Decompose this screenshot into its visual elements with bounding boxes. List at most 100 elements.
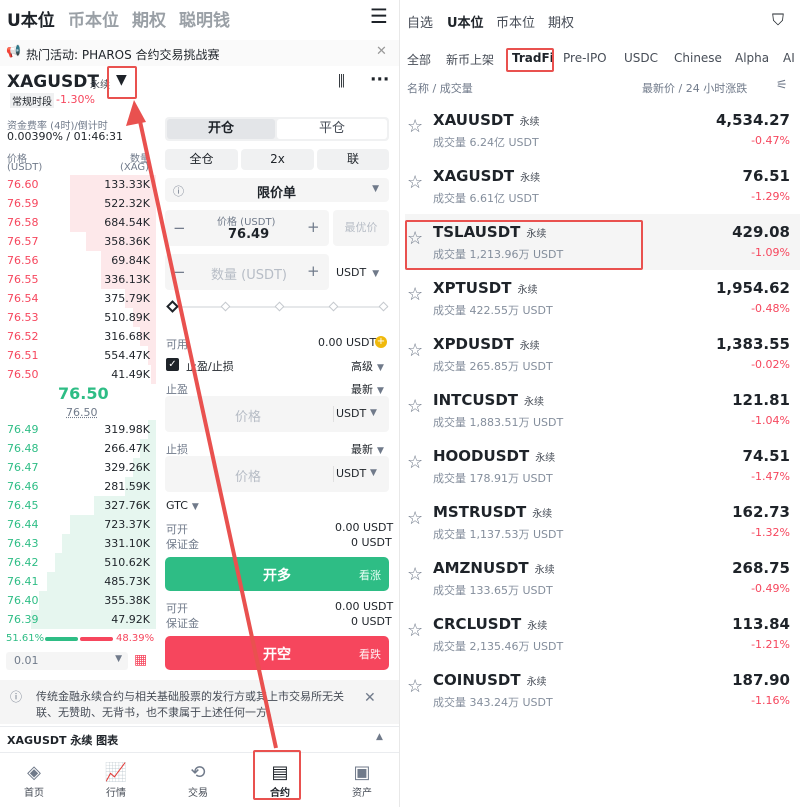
tab-u-margined[interactable]: U本位 (447, 12, 484, 31)
bid-row[interactable]: 76.41 485.73K (0, 572, 156, 591)
tab-u-margined[interactable]: U本位 (7, 6, 55, 31)
star-icon[interactable]: ☆ (407, 284, 423, 305)
tab-smart-money[interactable]: 聪明钱 (179, 6, 230, 31)
bid-row[interactable]: 76.47 329.26K (0, 458, 156, 477)
nav-home[interactable]: ◈ 首页 (4, 762, 64, 799)
plus-icon[interactable]: + (307, 262, 320, 280)
open-short-button[interactable]: 开空 看跌 (165, 636, 389, 670)
bid-row[interactable]: 76.43 331.10K (0, 534, 156, 553)
mark-price[interactable]: 76.50 (66, 406, 98, 419)
ask-row[interactable]: 76.54 375.79K (0, 289, 156, 308)
ask-row[interactable]: 76.56 69.84K (0, 251, 156, 270)
add-funds-icon[interactable]: + (375, 336, 387, 348)
category-new-listing[interactable]: 新币上架 (446, 51, 494, 68)
tab-options[interactable]: 期权 (132, 6, 166, 31)
star-icon[interactable]: ☆ (407, 116, 423, 137)
market-row[interactable]: ☆ XPDUSDT 永续 成交量 265.85万 USDT 1,383.55 -0.02% (405, 326, 800, 382)
best-price-button[interactable]: 最优价 (333, 210, 389, 246)
advanced-select[interactable]: 高级 ▼ (351, 358, 384, 374)
market-row[interactable]: ☆ COINUSDT 永续 成交量 343.24万 USDT 187.90 -1.16% (405, 662, 800, 718)
category-usdc[interactable]: USDC (624, 51, 658, 65)
step-select[interactable]: 0.01 ▼ (6, 652, 128, 670)
star-icon[interactable]: ☆ (407, 620, 423, 641)
minus-icon[interactable]: − (173, 263, 186, 281)
tif-select[interactable]: GTC ▼ (166, 499, 199, 512)
chart-toggle-bar[interactable]: XAGUSDT 永续 图表 ▲ (0, 726, 400, 750)
slider-tick[interactable] (328, 301, 339, 312)
depth-layout-icon[interactable]: ▦ (134, 652, 147, 668)
ask-row[interactable]: 76.59 522.32K (0, 194, 156, 213)
sort-name-volume[interactable]: 名称 / 成交量 (407, 80, 473, 96)
bid-row[interactable]: 76.49 319.98K (0, 420, 156, 439)
promo-banner[interactable]: 📢 热门活动: PHAROS 合约交易挑战赛 ✕ (0, 40, 400, 66)
ask-row[interactable]: 76.57 358.36K (0, 232, 156, 251)
unit-select[interactable]: USDT ▼ (336, 266, 379, 279)
star-icon[interactable]: ☆ (407, 340, 423, 361)
bid-row[interactable]: 76.40 355.38K (0, 591, 156, 610)
order-type-select[interactable]: ⓘ 限价单 ▼ (165, 178, 389, 202)
bid-row[interactable]: 76.46 281.59K (0, 477, 156, 496)
plus-icon[interactable]: + (307, 218, 320, 236)
star-icon[interactable]: ☆ (407, 396, 423, 417)
mid-price[interactable]: 76.50 (58, 384, 109, 403)
bid-row[interactable]: 76.44 723.37K (0, 515, 156, 534)
minus-icon[interactable]: − (173, 219, 186, 237)
take-profit-input[interactable]: 价格 USDT ▼ (165, 396, 389, 432)
ask-row[interactable]: 76.58 684.54K (0, 213, 156, 232)
market-row[interactable]: ☆ HOODUSDT 永续 成交量 178.91万 USDT 74.51 -1.47% (405, 438, 800, 494)
bid-row[interactable]: 76.48 266.47K (0, 439, 156, 458)
sl-trigger-select[interactable]: 最新 ▼ (351, 441, 384, 457)
close-icon[interactable]: ✕ (376, 44, 387, 59)
star-icon[interactable]: ☆ (407, 676, 423, 697)
ask-row[interactable]: 76.50 41.49K (0, 365, 156, 384)
market-row[interactable]: ☆ CRCLUSDT 永续 成交量 2,135.46万 USDT 113.84 -1.21… (405, 606, 800, 662)
leverage-button[interactable]: 2x (241, 149, 314, 170)
tab-coin-margined[interactable]: 币本位 (496, 12, 535, 31)
category-pre-ipo[interactable]: Pre-IPO (563, 51, 607, 65)
tab-options[interactable]: 期权 (548, 12, 574, 31)
tab-close[interactable]: 平仓 (277, 119, 387, 139)
close-icon[interactable]: ✕ (364, 690, 376, 706)
category-chinese[interactable]: Chinese (674, 51, 722, 65)
tab-watchlist[interactable]: 自选 (407, 12, 433, 31)
star-icon[interactable]: ☆ (407, 508, 423, 529)
margin-mode-button[interactable]: 全仓 (165, 149, 238, 170)
filter-icon[interactable]: ⛉ (772, 10, 784, 30)
slider-handle[interactable] (166, 300, 179, 313)
candlestick-icon[interactable]: ⫼ (338, 72, 345, 90)
market-row[interactable]: ☆ AMZNUSDT 永续 成交量 133.65万 USDT 268.75 -0.49% (405, 550, 800, 606)
star-icon[interactable]: ☆ (407, 564, 423, 585)
star-icon[interactable]: ☆ (407, 452, 423, 473)
nav-market[interactable]: 📈 行情 (86, 762, 146, 799)
category-alpha[interactable]: Alpha (735, 51, 769, 65)
combo-button[interactable]: 联 (317, 149, 389, 170)
sliders-icon[interactable]: ⚟ (776, 78, 788, 93)
tp-unit[interactable]: USDT (336, 407, 366, 420)
tab-coin-margined[interactable]: 币本位 (68, 6, 119, 31)
sort-price-change[interactable]: 最新价 / 24 小时涨跌 (642, 80, 747, 96)
stop-loss-input[interactable]: 价格 USDT ▼ (165, 456, 389, 492)
ask-row[interactable]: 76.55 336.13K (0, 270, 156, 289)
category-all[interactable]: 全部 (407, 51, 431, 68)
tab-open[interactable]: 开仓 (167, 119, 275, 139)
market-row[interactable]: ☆ XPTUSDT 永续 成交量 422.55万 USDT 1,954.62 -0.48% (405, 270, 800, 326)
more-icon[interactable]: ··· (370, 70, 389, 90)
ask-row[interactable]: 76.52 316.68K (0, 327, 156, 346)
slider-tick[interactable] (378, 301, 389, 312)
bid-row[interactable]: 76.45 327.76K (0, 496, 156, 515)
menu-icon[interactable]: ☰ (370, 4, 388, 28)
market-row[interactable]: ☆ INTCUSDT 永续 成交量 1,883.51万 USDT 121.81 -1.04… (405, 382, 800, 438)
open-long-button[interactable]: 开多 看涨 (165, 557, 389, 591)
tp-trigger-select[interactable]: 最新 ▼ (351, 381, 384, 397)
symbol-name[interactable]: XAGUSDT (7, 72, 99, 92)
tpsl-checkbox[interactable]: ✓ (166, 358, 179, 371)
price-input[interactable]: − 价格 (USDT) 76.49 + (165, 210, 329, 246)
bid-row[interactable]: 76.39 47.92K (0, 610, 156, 629)
bid-row[interactable]: 76.42 510.62K (0, 553, 156, 572)
ask-row[interactable]: 76.51 554.47K (0, 346, 156, 365)
ask-row[interactable]: 76.53 510.89K (0, 308, 156, 327)
slider-tick[interactable] (274, 301, 285, 312)
market-row[interactable]: ☆ MSTRUSDT 永续 成交量 1,137.53万 USDT 162.73 -1.32… (405, 494, 800, 550)
star-icon[interactable]: ☆ (407, 172, 423, 193)
tpsl-label[interactable]: 止盈/止损 (186, 358, 234, 374)
